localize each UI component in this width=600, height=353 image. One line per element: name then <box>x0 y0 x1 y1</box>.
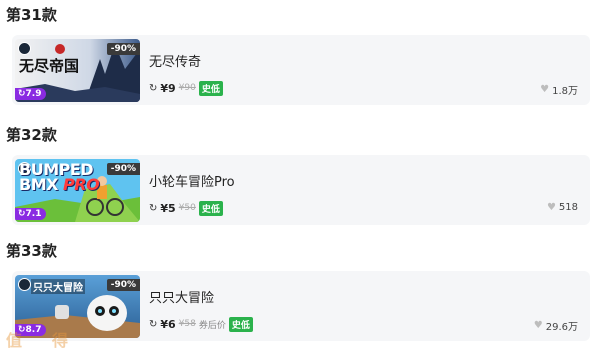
current-price: ¥5 <box>160 201 176 215</box>
section-heading-32: 第32款 <box>6 126 57 144</box>
game-title[interactable]: 小轮车冒险Pro <box>149 171 235 190</box>
section-heading-31: 第31款 <box>6 6 57 24</box>
likes[interactable]: ♥ 1.8万 <box>540 82 578 97</box>
heart-icon: ♥ <box>546 202 556 213</box>
steam-price-icon: ↻ <box>149 318 158 330</box>
likes[interactable]: ♥ 29.6万 <box>534 318 578 333</box>
thumbnail-caption-line2: BMX PRO <box>19 175 100 194</box>
likes-count: 1.8万 <box>552 86 578 97</box>
game-card-astro-adventure[interactable]: 只只大冒险 -90% ↻8.7 只只大冒险 ↻ ¥6 ¥58 券后价 史低 ♥ … <box>12 271 590 341</box>
steam-icon <box>18 42 31 55</box>
discount-badge: -90% <box>106 43 140 55</box>
thumbnail-caption: 无尽帝国 <box>19 57 80 75</box>
score-badge: ↻7.9 <box>15 88 46 100</box>
likes[interactable]: ♥ 518 <box>547 202 578 213</box>
caption-bmx: BMX <box>19 175 58 194</box>
game-card-bumped-bmx-pro[interactable]: BUMPED BMX PRO -90% ↻7.1 小轮车冒险Pro ↻ ¥5 ¥… <box>12 155 590 225</box>
lowest-price-tag: 史低 <box>198 200 223 216</box>
game-title[interactable]: 只只大冒险 <box>149 287 214 306</box>
section-heading-33: 第33款 <box>6 242 57 260</box>
watermark: 值得 <box>6 331 99 350</box>
price-row: ↻ ¥6 ¥58 券后价 史低 <box>149 316 253 332</box>
thumbnail-caption: 只只大冒险 <box>31 279 85 294</box>
original-price: ¥50 <box>178 203 196 213</box>
game-thumbnail[interactable]: 无尽帝国 -90% ↻7.9 <box>15 39 140 102</box>
steam-icon <box>18 278 31 291</box>
steam-price-icon: ↻ <box>149 82 158 94</box>
heart-icon: ♥ <box>533 320 543 331</box>
heart-icon: ♥ <box>540 84 550 95</box>
price-row: ↻ ¥9 ¥90 史低 <box>149 80 223 96</box>
likes-count: 29.6万 <box>545 322 578 333</box>
game-title[interactable]: 无尽传奇 <box>149 51 201 70</box>
score-badge: ↻7.1 <box>15 208 46 220</box>
game-card-endless-legend[interactable]: 无尽帝国 -90% ↻7.9 无尽传奇 ↻ ¥9 ¥90 史低 ♥ 1.8万 <box>12 35 590 105</box>
coupon-price-label: 券后价 <box>198 320 226 331</box>
score-value: 7.9 <box>25 89 42 99</box>
game-thumbnail[interactable]: BUMPED BMX PRO -90% ↻7.1 <box>15 159 140 222</box>
discount-badge: -90% <box>106 279 140 291</box>
original-price: ¥58 <box>178 319 196 329</box>
steam-price-icon: ↻ <box>149 202 158 214</box>
caption-pro: PRO <box>63 175 100 194</box>
score-value: 7.1 <box>25 209 42 219</box>
thumbnail-caption: BUMPED BMX PRO <box>19 162 100 194</box>
current-price: ¥6 <box>160 317 176 331</box>
current-price: ¥9 <box>160 81 176 95</box>
price-row: ↻ ¥5 ¥50 史低 <box>149 200 223 216</box>
discount-badge: -90% <box>106 163 140 175</box>
likes-count: 518 <box>558 202 578 213</box>
lowest-price-tag: 史低 <box>228 316 253 332</box>
original-price: ¥90 <box>178 83 196 93</box>
lowest-price-tag: 史低 <box>198 80 223 96</box>
